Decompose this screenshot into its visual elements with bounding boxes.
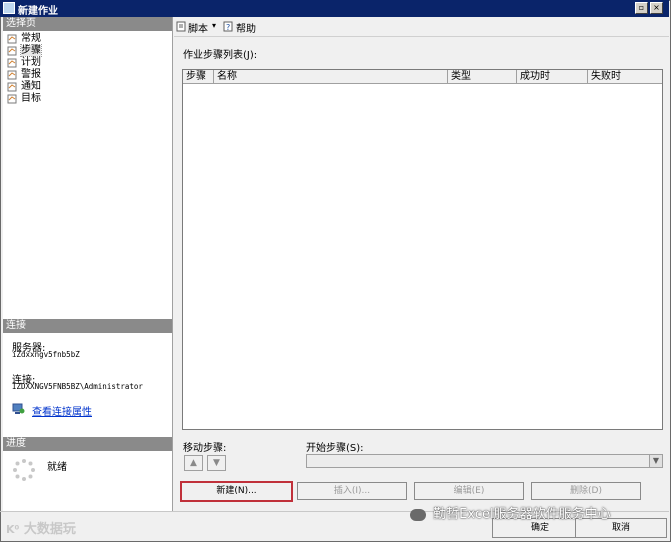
move-up-button[interactable]: ▲ bbox=[184, 455, 203, 471]
watermark-logo-icon: K⁰ bbox=[6, 523, 20, 536]
script-button[interactable]: 脚本 bbox=[188, 20, 208, 35]
watermark-right-text: 勤哲Excel服务器软件服务中心 bbox=[433, 507, 611, 522]
progress-status: 就绪 bbox=[47, 462, 67, 473]
new-step-button[interactable]: 新建(N)... bbox=[180, 481, 293, 502]
watermark-left-text: 大数据玩 bbox=[23, 522, 76, 537]
wechat-icon bbox=[410, 508, 426, 521]
script-icon bbox=[176, 21, 186, 32]
nav-item-alerts[interactable]: 警报 bbox=[5, 69, 41, 81]
nav-item-targets[interactable]: 目标 bbox=[5, 93, 41, 105]
watermark-right: 勤哲Excel服务器软件服务中心 bbox=[410, 503, 611, 522]
connection-header: 连接 bbox=[3, 319, 172, 333]
connection-value: IZDXXNGV5FNB5BZ\Administrator bbox=[12, 382, 143, 391]
nav-item-label: 通知 bbox=[21, 81, 41, 92]
window-app-icon bbox=[3, 2, 15, 14]
job-step-grid[interactable]: 步骤 名称 类型 成功时 失败时 bbox=[182, 69, 663, 430]
grid-header: 步骤 名称 类型 成功时 失败时 bbox=[183, 70, 662, 84]
nav-item-label: 警报 bbox=[21, 69, 41, 80]
job-step-list-label: 作业步骤列表(J): bbox=[183, 50, 258, 61]
title-bar: 新建作业 ▫ × bbox=[0, 0, 669, 17]
nav-item-notifications[interactable]: 通知 bbox=[5, 81, 41, 93]
arrow-down-icon: ▼ bbox=[213, 458, 220, 468]
arrow-up-icon: ▲ bbox=[190, 458, 197, 468]
insert-step-button[interactable]: 插入(I)... bbox=[297, 482, 407, 500]
svg-text:?: ? bbox=[226, 23, 230, 32]
progress-header: 进度 bbox=[3, 437, 172, 451]
page-icon bbox=[7, 70, 17, 80]
left-panel: 选择页 常规 步骤 计划 警报 通知 目标 连接 服务器: iZdxxngv5f… bbox=[3, 17, 173, 511]
page-icon bbox=[7, 94, 17, 104]
nav-item-label: 步骤 bbox=[20, 44, 42, 57]
toolbar-divider bbox=[174, 36, 669, 37]
chevron-down-icon[interactable]: ▼ bbox=[649, 455, 662, 467]
move-step-label: 移动步骤: bbox=[183, 443, 227, 454]
maximize-button[interactable]: ▫ bbox=[635, 2, 648, 14]
column-on-success[interactable]: 成功时 bbox=[517, 70, 588, 83]
window-title: 新建作业 bbox=[18, 6, 58, 17]
select-page-header: 选择页 bbox=[3, 17, 172, 31]
watermark-left: K⁰ 大数据玩 bbox=[6, 518, 76, 537]
nav-item-steps[interactable]: 步骤 bbox=[5, 44, 42, 57]
help-icon: ? bbox=[223, 21, 233, 32]
page-icon bbox=[7, 46, 17, 56]
toolbar: 脚本 ▾ ? 帮助 bbox=[174, 18, 669, 36]
server-value: iZdxxngv5fnb5bZ bbox=[12, 350, 80, 359]
progress-spinner-icon bbox=[13, 459, 35, 481]
help-button[interactable]: 帮助 bbox=[236, 20, 256, 35]
column-step[interactable]: 步骤 bbox=[183, 70, 214, 83]
connection-properties-icon bbox=[12, 403, 25, 414]
delete-step-button[interactable]: 删除(D) bbox=[531, 482, 641, 500]
nav-item-label: 常规 bbox=[21, 33, 41, 44]
edit-step-button[interactable]: 编辑(E) bbox=[414, 482, 524, 500]
start-step-select[interactable]: ▼ bbox=[306, 454, 663, 468]
nav-item-label: 计划 bbox=[21, 57, 41, 68]
column-on-failure[interactable]: 失败时 bbox=[588, 70, 662, 83]
page-icon bbox=[7, 58, 17, 68]
nav-item-label: 目标 bbox=[21, 93, 41, 104]
close-button[interactable]: × bbox=[650, 2, 663, 14]
view-connection-properties-link[interactable]: 查看连接属性 bbox=[32, 403, 92, 418]
nav-item-schedule[interactable]: 计划 bbox=[5, 57, 41, 69]
nav-item-general[interactable]: 常规 bbox=[5, 33, 41, 45]
move-down-button[interactable]: ▼ bbox=[207, 455, 226, 471]
start-step-label: 开始步骤(S): bbox=[306, 443, 364, 454]
column-name[interactable]: 名称 bbox=[214, 70, 448, 83]
page-icon bbox=[7, 34, 17, 44]
column-type[interactable]: 类型 bbox=[448, 70, 517, 83]
page-icon bbox=[7, 82, 17, 92]
script-dropdown-icon[interactable]: ▾ bbox=[212, 21, 216, 30]
